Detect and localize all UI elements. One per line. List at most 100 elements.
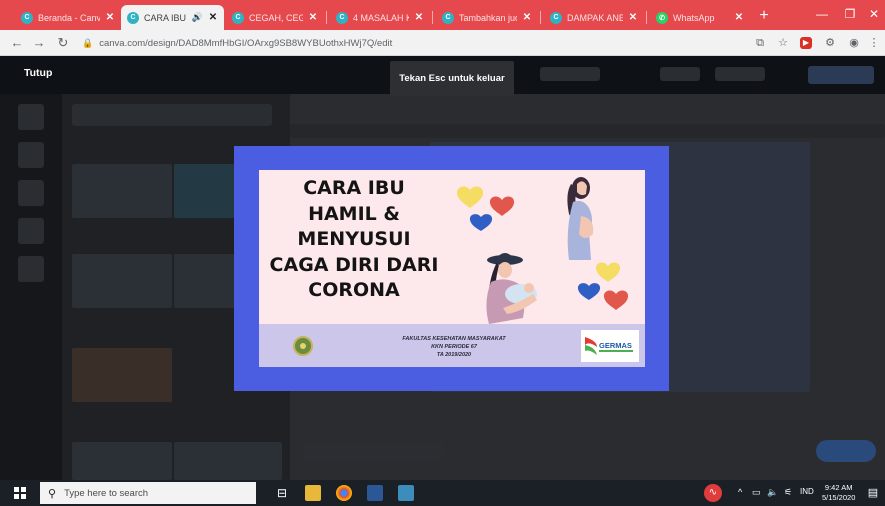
close-presentation-button[interactable]: Tutup bbox=[24, 67, 52, 79]
tab-title: DAMPAK ANEMIA bbox=[567, 12, 623, 23]
canvas-toolbar-placeholder bbox=[290, 124, 885, 138]
translate-icon[interactable]: ⧉ bbox=[752, 35, 768, 51]
youtube-extension-icon[interactable]: ▶ bbox=[800, 37, 812, 49]
task-view-icon[interactable]: ⊟ bbox=[274, 485, 290, 501]
close-tab-icon[interactable]: ✕ bbox=[628, 12, 638, 23]
clock-date: 5/15/2020 bbox=[822, 493, 856, 502]
screen: C Beranda - Canva ✕ C CARA IBU HA 🔊 ✕ C … bbox=[0, 0, 885, 506]
tab-tambahkan-judul[interactable]: C Tambahkan judul ✕ bbox=[436, 5, 538, 30]
taskbar-clock[interactable]: 9:42 AM 5/15/2020 bbox=[822, 483, 855, 503]
network-icon[interactable]: ⚟ bbox=[784, 487, 792, 498]
minimize-icon[interactable]: — bbox=[808, 0, 836, 30]
panel-thumbnail bbox=[72, 348, 172, 402]
chrome-icon[interactable] bbox=[336, 485, 352, 501]
heart-blue-icon bbox=[469, 214, 493, 231]
taskbar-search-box[interactable]: ⚲ Type here to search bbox=[40, 482, 256, 504]
back-arrow-icon[interactable]: ← bbox=[8, 34, 26, 52]
tab-beranda-canva[interactable]: C Beranda - Canva ✕ bbox=[15, 5, 121, 30]
tab-separator bbox=[326, 11, 327, 24]
bookmark-star-icon[interactable]: ☆ bbox=[775, 35, 791, 51]
language-indicator[interactable]: IND bbox=[800, 487, 814, 496]
canva-icon: C bbox=[442, 11, 454, 24]
tab-title: CEGAH, CEGAH, C bbox=[249, 12, 303, 23]
toolbar-placeholder bbox=[715, 67, 765, 81]
canva-icon: C bbox=[232, 11, 244, 24]
tab-whatsapp[interactable]: ✆ WhatsApp ✕ bbox=[650, 5, 750, 30]
word-icon[interactable] bbox=[367, 485, 383, 501]
new-tab-button[interactable]: + bbox=[755, 7, 773, 25]
esc-fullscreen-toast: Tekan Esc untuk keluar bbox=[390, 61, 514, 96]
close-tab-icon[interactable]: ✕ bbox=[522, 12, 532, 23]
close-tab-icon[interactable]: ✕ bbox=[105, 12, 115, 23]
close-tab-icon[interactable]: ✕ bbox=[308, 12, 318, 23]
show-hidden-icons-icon[interactable]: ^ bbox=[738, 487, 742, 497]
tab-title: Beranda - Canva bbox=[38, 12, 100, 23]
speaker-icon[interactable]: 🔊 bbox=[192, 12, 203, 23]
help-button-placeholder bbox=[816, 440, 876, 462]
sidebar-item bbox=[18, 218, 44, 244]
whatsapp-icon: ✆ bbox=[656, 11, 668, 24]
sidebar-item bbox=[18, 256, 44, 282]
germas-underline bbox=[599, 350, 633, 352]
sidebar-item bbox=[18, 104, 44, 130]
faculty-credit: FAKULTAS KESEHATAN MASYARAKAT KKN PERIOD… bbox=[379, 335, 529, 359]
notification-icon[interactable]: ▤ bbox=[866, 486, 880, 500]
photos-icon[interactable] bbox=[398, 485, 414, 501]
heart-yellow-icon bbox=[595, 262, 621, 282]
battery-icon[interactable]: ▭ bbox=[752, 487, 761, 498]
tab-title: WhatsApp bbox=[673, 12, 715, 23]
window-close-icon[interactable]: ✕ bbox=[860, 0, 885, 30]
pregnant-woman-illustration bbox=[567, 177, 594, 260]
forward-arrow-icon[interactable]: → bbox=[30, 34, 48, 52]
tab-separator bbox=[540, 11, 541, 24]
search-icon: ⚲ bbox=[48, 487, 57, 500]
extension-icon[interactable]: ⚙ bbox=[822, 35, 838, 51]
canva-icon: C bbox=[127, 11, 139, 24]
sidebar-item bbox=[18, 142, 44, 168]
footer-line: TA 2019/2020 bbox=[436, 352, 472, 358]
volume-icon[interactable]: 🔈 bbox=[767, 487, 778, 498]
tab-cegah[interactable]: C CEGAH, CEGAH, C ✕ bbox=[226, 5, 324, 30]
browser-tab-strip: C Beranda - Canva ✕ C CARA IBU HA 🔊 ✕ C … bbox=[0, 0, 885, 30]
tab-separator bbox=[646, 11, 647, 24]
footer-line: FAKULTAS KESEHATAN MASYARAKAT bbox=[402, 336, 506, 342]
clock-time: 9:42 AM bbox=[824, 483, 853, 492]
mother-and-baby-illustration bbox=[486, 253, 537, 324]
heart-blue-icon bbox=[577, 283, 601, 300]
panel-thumbnail bbox=[72, 164, 172, 218]
lock-icon: 🔒 bbox=[82, 37, 94, 48]
germas-swoosh-icon bbox=[585, 337, 597, 355]
panel-search-placeholder bbox=[72, 104, 272, 126]
address-bar[interactable]: 🔒 canva.com/design/DAD8MmfHbGI/OArxg9SB8… bbox=[82, 34, 742, 52]
tab-cara-ibu-hamil[interactable]: C CARA IBU HA 🔊 ✕ bbox=[121, 5, 224, 30]
toolbar-placeholder bbox=[660, 67, 700, 81]
editor-sidebar bbox=[0, 94, 62, 480]
canva-icon: C bbox=[21, 11, 33, 24]
close-tab-icon[interactable]: ✕ bbox=[414, 12, 424, 23]
germas-logo-text: GERMAS bbox=[599, 341, 632, 350]
windows-start-icon[interactable] bbox=[14, 487, 26, 499]
url-text: canva.com/design/DAD8MmfHbGI/OArxg9SB8WY… bbox=[99, 37, 393, 49]
panel-thumbnail bbox=[174, 442, 282, 480]
panel-thumbnail bbox=[72, 442, 172, 480]
close-tab-icon[interactable]: ✕ bbox=[208, 12, 218, 23]
profile-icon[interactable]: ◉ bbox=[846, 35, 862, 51]
search-placeholder: Type here to search bbox=[64, 487, 149, 499]
menu-kebab-icon[interactable]: ⋮ bbox=[866, 35, 882, 51]
canva-icon: C bbox=[336, 11, 348, 24]
heart-red-icon bbox=[489, 196, 515, 216]
tab-separator bbox=[432, 11, 433, 24]
antivirus-tray-icon[interactable]: ∿ bbox=[704, 484, 722, 502]
browser-toolbar: ← → ↻ 🔒 canva.com/design/DAD8MmfHbGI/OAr… bbox=[0, 30, 885, 56]
reload-icon[interactable]: ↻ bbox=[54, 34, 72, 52]
slide-illustrations bbox=[456, 177, 629, 324]
file-explorer-icon[interactable] bbox=[305, 485, 321, 501]
tab-4-masalah[interactable]: C 4 MASALAH KESE ✕ bbox=[330, 5, 430, 30]
add-page-placeholder bbox=[304, 442, 444, 460]
tab-title: 4 MASALAH KESE bbox=[353, 12, 409, 23]
sidebar-item bbox=[18, 180, 44, 206]
close-tab-icon[interactable]: ✕ bbox=[734, 12, 744, 23]
germas-logo: GERMAS bbox=[581, 330, 639, 362]
share-button-placeholder bbox=[808, 66, 874, 84]
tab-dampak-anemia[interactable]: C DAMPAK ANEMIA ✕ bbox=[544, 5, 644, 30]
